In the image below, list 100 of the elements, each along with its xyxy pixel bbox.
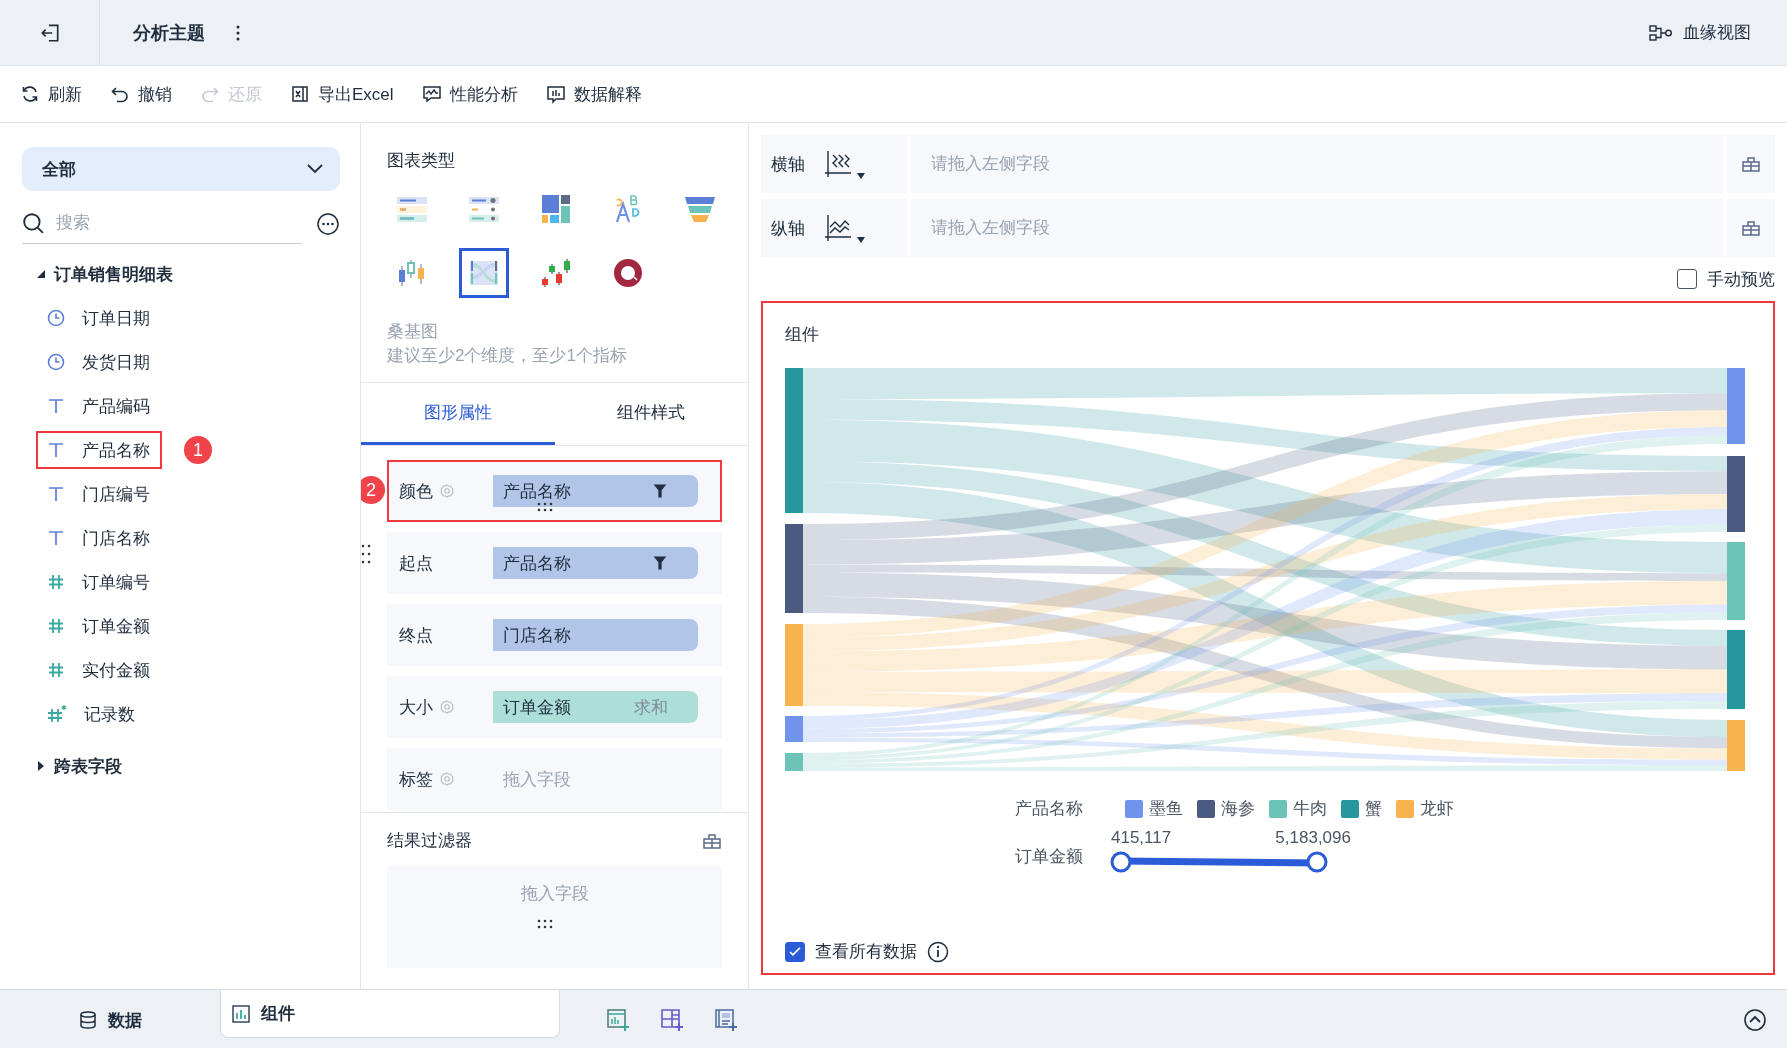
pill-label: 门店名称 xyxy=(503,624,571,647)
legend-label[interactable]: 海参 xyxy=(1221,797,1255,820)
checkbox[interactable] xyxy=(1677,269,1697,289)
search-field[interactable]: 搜索 xyxy=(54,212,302,234)
clock-icon xyxy=(46,352,66,372)
toolbar-button[interactable]: 撤销 xyxy=(110,82,172,106)
axis-drop-field[interactable]: 请拖入左侧字段 xyxy=(911,199,1723,257)
table-group[interactable]: 跨表字段 xyxy=(22,744,340,788)
property-label: 终点 xyxy=(399,624,433,647)
field-pill[interactable]: 产品名称 xyxy=(493,475,698,507)
field-pill[interactable]: 订单金额 求和 xyxy=(493,691,698,723)
more-icon[interactable] xyxy=(235,23,241,42)
info-icon xyxy=(927,940,949,963)
legend-label[interactable]: 龙虾 xyxy=(1420,797,1454,820)
drag-handle-icon[interactable] xyxy=(360,543,372,565)
group-label: 跨表字段 xyxy=(54,755,122,778)
legend-label[interactable]: 墨鱼 xyxy=(1149,797,1183,820)
legend-label[interactable]: 蟹 xyxy=(1365,797,1382,820)
hash-icon xyxy=(46,572,66,592)
bar-chart-icon xyxy=(231,1003,251,1024)
step-badge: 2 xyxy=(361,476,385,504)
checkbox-label: 手动预览 xyxy=(1707,268,1775,291)
ring-chart-icon xyxy=(613,258,643,288)
field-item[interactable]: 发货日期 xyxy=(36,343,162,381)
axis-wave-icon xyxy=(823,149,853,179)
field-item[interactable]: 门店名称 xyxy=(36,519,162,557)
treemap-icon xyxy=(541,194,571,224)
range-title: 订单金额 xyxy=(1015,846,1084,868)
clock-icon xyxy=(46,308,66,328)
ranked-list-icon xyxy=(396,195,428,223)
add-grid-icon xyxy=(660,1008,684,1032)
bottom-tab[interactable]: 组件 xyxy=(220,990,560,1038)
chart-type-button[interactable] xyxy=(459,248,509,298)
property-label: 起点 xyxy=(399,552,433,575)
add-chart-icon xyxy=(606,1008,630,1032)
drag-handle-icon[interactable] xyxy=(535,918,555,930)
range-slider[interactable] xyxy=(1109,850,1329,874)
aggregation-label: 求和 xyxy=(634,696,668,719)
sankey-icon xyxy=(468,258,500,288)
drag-handle-icon[interactable] xyxy=(535,501,555,513)
text-type-icon xyxy=(46,528,66,548)
range-min: 415,117 xyxy=(1111,828,1172,848)
toolbar-button[interactable]: 数据解释 xyxy=(545,82,642,106)
monitor-chart-icon xyxy=(421,84,442,104)
field-item[interactable]: 订单编号 xyxy=(36,563,162,601)
toolbar-button[interactable]: 性能分析 xyxy=(421,82,518,106)
dot-list-icon xyxy=(468,195,500,223)
section-title: 结果过滤器 xyxy=(387,830,472,852)
toolbar-button[interactable]: 导出Excel xyxy=(290,82,394,106)
tab[interactable]: 组件样式 xyxy=(554,383,748,445)
field-item[interactable]: 订单日期 xyxy=(36,299,162,337)
axis-tool-button[interactable] xyxy=(1727,199,1775,257)
hash-icon xyxy=(46,616,66,636)
database-icon xyxy=(78,1010,98,1030)
caret-icon xyxy=(857,173,865,179)
check-icon xyxy=(788,944,802,959)
excel-icon xyxy=(290,84,310,104)
toolbox-icon xyxy=(1741,154,1761,174)
checkbox[interactable] xyxy=(785,941,805,962)
add-chart-button[interactable] xyxy=(606,1008,630,1032)
collapse-up-icon[interactable] xyxy=(1743,1008,1767,1032)
gear-icon xyxy=(439,483,455,499)
chart-comment-icon xyxy=(545,84,566,104)
axis-tool-button[interactable] xyxy=(1727,135,1775,193)
scope-dropdown[interactable]: 全部 xyxy=(22,147,340,191)
scope-label: 全部 xyxy=(42,158,76,181)
lineage-icon xyxy=(1649,22,1673,43)
legend-label[interactable]: 牛肉 xyxy=(1293,797,1327,820)
field-item[interactable]: 产品编码 xyxy=(36,387,162,425)
axis-type-button[interactable] xyxy=(823,213,865,243)
lineage-button[interactable]: 血缘视图 xyxy=(1643,20,1757,45)
add-layout-button[interactable] xyxy=(660,1008,684,1032)
table-group[interactable]: 订单销售明细表 xyxy=(22,252,340,296)
field-item[interactable]: 门店编号 xyxy=(36,475,162,513)
candlestick-icon xyxy=(540,258,572,288)
more-options-icon[interactable] xyxy=(316,211,340,236)
field-item[interactable]: 实付金额 xyxy=(36,651,162,689)
field-item[interactable]: 订单金额 xyxy=(36,607,162,645)
axis-type-button[interactable] xyxy=(823,149,865,179)
axis-drop-field[interactable]: 请拖入左侧字段 xyxy=(911,135,1723,193)
chevron-down-icon xyxy=(306,163,324,175)
field-pill[interactable]: 门店名称 xyxy=(493,619,698,651)
group-label: 订单销售明细表 xyxy=(54,263,173,286)
toolbar-button[interactable]: 刷新 xyxy=(20,82,82,106)
add-report-button[interactable] xyxy=(714,1008,738,1032)
undo-icon xyxy=(110,84,130,104)
component-title: 组件 xyxy=(785,324,820,346)
gear-icon xyxy=(439,771,455,787)
field-pill[interactable]: 产品名称 xyxy=(493,547,698,579)
bottom-tab[interactable]: 数据 xyxy=(0,996,220,1044)
field-item[interactable]: 产品名称 xyxy=(36,431,162,469)
field-item[interactable]: 记录数 xyxy=(36,695,147,733)
property-label: 颜色 xyxy=(399,480,433,503)
range-max: 5,183,096 xyxy=(1275,828,1351,848)
page-title: 分析主题 xyxy=(133,21,205,45)
pill-label: 产品名称 xyxy=(503,552,571,575)
property-label: 大小 xyxy=(399,696,433,719)
step-badge: 1 xyxy=(184,436,212,464)
hash-icon xyxy=(46,660,66,680)
tab[interactable]: 图形属性 xyxy=(361,383,555,445)
